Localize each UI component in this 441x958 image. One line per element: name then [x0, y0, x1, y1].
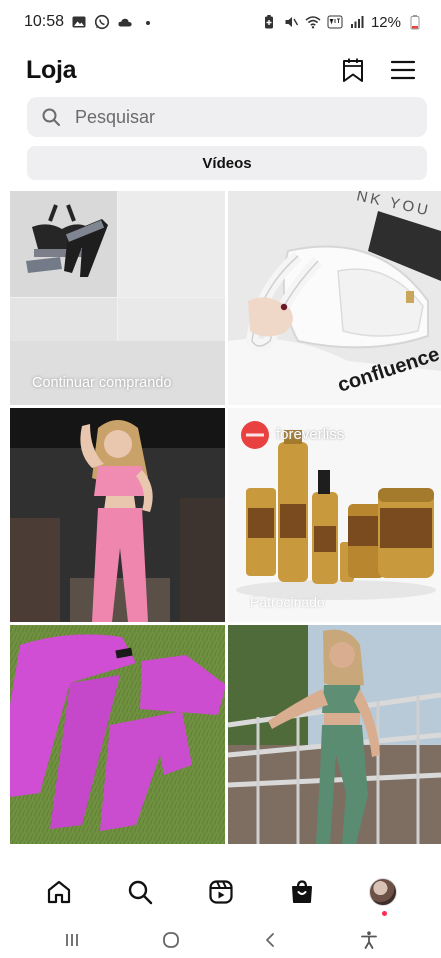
product-grid: Continuar comprando NK YOU confluence fo…	[10, 191, 441, 844]
shop-header: Loja	[0, 44, 441, 96]
volte-icon	[327, 15, 343, 29]
tile-pink-outfit[interactable]	[10, 408, 225, 622]
search-icon	[128, 880, 152, 905]
header-actions	[339, 56, 417, 84]
battery-icon	[410, 15, 420, 30]
tile-white-bag[interactable]: NK YOU confluence	[228, 191, 441, 405]
dot-icon	[146, 21, 151, 25]
search-bar[interactable]	[27, 97, 427, 137]
shop-icon	[291, 880, 312, 903]
saved-bookmark-button[interactable]	[339, 56, 367, 84]
continue-shopping-label: Continuar comprando	[32, 375, 172, 391]
nav-reels-button[interactable]	[203, 874, 239, 910]
status-right: 12%	[261, 14, 423, 31]
signal-icon	[350, 16, 364, 28]
videos-filter-button[interactable]: Vídeos	[27, 146, 427, 180]
cloud-icon	[118, 18, 132, 27]
nav-profile-button[interactable]	[365, 874, 401, 916]
tile-pink-set-flatlay[interactable]	[10, 625, 225, 844]
status-left: 10:58	[24, 13, 156, 31]
foreverliss-brand-label: foreverliss	[276, 426, 345, 443]
gallery-icon	[72, 16, 86, 28]
nav-home-button[interactable]	[41, 874, 77, 910]
nav-shop-button[interactable]	[284, 874, 320, 910]
foreverliss-logo-icon	[241, 421, 269, 449]
status-time: 10:58	[24, 13, 65, 30]
menu-button[interactable]	[389, 56, 417, 84]
tile-continue-shopping[interactable]: Continuar comprando	[10, 191, 225, 405]
tile-green-outfit[interactable]	[228, 625, 441, 844]
back-icon	[266, 932, 275, 947]
tile-foreverliss-ad[interactable]: foreverliss Patrocinado	[228, 408, 441, 622]
reels-icon	[208, 880, 233, 904]
system-home-button[interactable]	[157, 926, 185, 954]
nav-search-button[interactable]	[122, 874, 158, 910]
battery-saver-icon	[264, 15, 273, 29]
accessibility-button[interactable]	[355, 926, 383, 954]
accessibility-icon	[361, 930, 378, 949]
wifi-icon	[305, 16, 321, 29]
profile-avatar	[368, 878, 397, 906]
page-title: Loja	[26, 55, 77, 84]
battery-percent: 12%	[370, 13, 401, 31]
tile-green-outfit-image	[228, 625, 441, 844]
home-circle-icon	[162, 931, 179, 948]
bottom-nav	[0, 863, 441, 921]
tile-pink-outfit-image	[10, 408, 225, 622]
saved-bookmark-icon	[343, 58, 363, 82]
search-input[interactable]	[73, 105, 393, 129]
system-nav	[0, 921, 441, 958]
status-bar: 10:58 12%	[0, 0, 441, 44]
whatsapp-icon	[94, 14, 110, 30]
recent-apps-button[interactable]	[58, 926, 86, 954]
home-icon	[47, 880, 70, 904]
search-icon	[42, 108, 60, 126]
sponsored-label: Patrocinado	[250, 594, 325, 610]
mute-icon	[285, 17, 299, 27]
notification-dot	[381, 911, 387, 916]
tile-pink-set-image	[10, 625, 225, 844]
back-button[interactable]	[256, 926, 284, 954]
tile-continue-shopping-image	[10, 191, 225, 405]
menu-icon	[390, 60, 416, 80]
recent-apps-icon	[65, 933, 78, 946]
